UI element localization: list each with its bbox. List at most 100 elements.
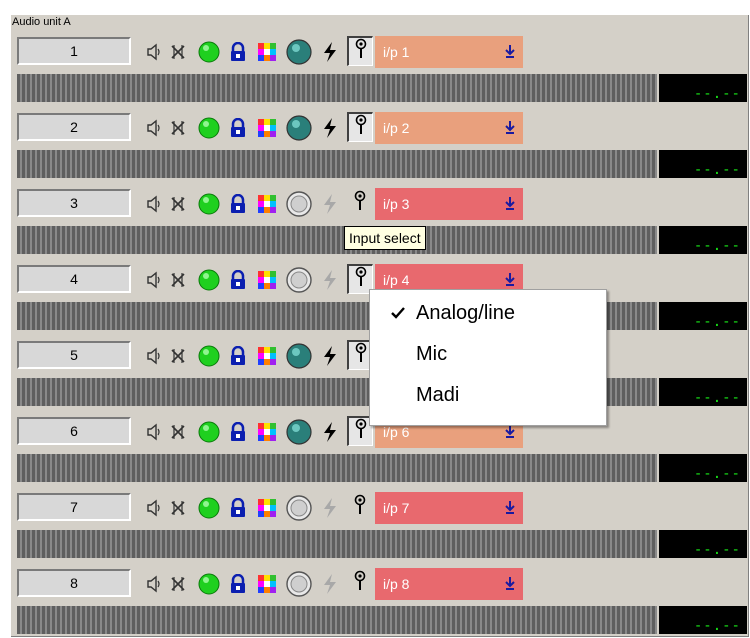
- input-select-button[interactable]: [347, 188, 373, 218]
- phantom-power-icon[interactable]: [319, 267, 341, 293]
- microphone-icon: [354, 38, 368, 65]
- channel-strip: 7 i/p 7 --.--: [17, 490, 747, 562]
- color-palette-icon[interactable]: [255, 419, 279, 445]
- dropdown-arrow-icon[interactable]: [505, 44, 515, 58]
- color-palette-icon[interactable]: [255, 571, 279, 597]
- meter-readout: --.--: [659, 454, 747, 482]
- knob-icon[interactable]: [285, 419, 313, 445]
- input-select-button[interactable]: [347, 36, 373, 66]
- mute-icon[interactable]: [167, 115, 189, 141]
- knob-icon[interactable]: [285, 571, 313, 597]
- level-meter: [17, 150, 657, 178]
- menu-item-madi[interactable]: Madi: [370, 376, 606, 416]
- channel-number: 7: [17, 493, 131, 521]
- input-source-label: i/p 8: [383, 576, 410, 592]
- microphone-icon: [354, 266, 368, 293]
- knob-icon[interactable]: [285, 267, 313, 293]
- knob-icon[interactable]: [285, 343, 313, 369]
- phantom-power-icon[interactable]: [319, 419, 341, 445]
- microphone-icon: [353, 190, 367, 217]
- meter-readout: --.--: [659, 226, 747, 254]
- knob-icon[interactable]: [285, 39, 313, 65]
- dropdown-arrow-icon[interactable]: [505, 424, 515, 438]
- dropdown-arrow-icon[interactable]: [505, 500, 515, 514]
- lock-icon[interactable]: [227, 115, 249, 141]
- meter-readout: --.--: [659, 150, 747, 178]
- speaker-icon[interactable]: [145, 191, 163, 217]
- microphone-icon: [354, 342, 368, 369]
- channel-number: 6: [17, 417, 131, 445]
- mute-icon[interactable]: [167, 571, 189, 597]
- level-meter: [17, 226, 657, 254]
- microphone-icon: [353, 570, 367, 597]
- color-palette-icon[interactable]: [255, 495, 279, 521]
- speaker-icon[interactable]: [145, 495, 163, 521]
- dropdown-arrow-icon[interactable]: [505, 576, 515, 590]
- mute-icon[interactable]: [167, 495, 189, 521]
- meter-readout: --.--: [659, 606, 747, 634]
- microphone-icon: [354, 418, 368, 445]
- speaker-icon[interactable]: [145, 343, 163, 369]
- color-palette-icon[interactable]: [255, 115, 279, 141]
- phantom-power-icon[interactable]: [319, 39, 341, 65]
- dropdown-arrow-icon[interactable]: [505, 120, 515, 134]
- mute-icon[interactable]: [167, 419, 189, 445]
- input-select-menu: Analog/line Mic Madi: [369, 289, 607, 426]
- meter-readout: --.--: [659, 378, 747, 406]
- speaker-icon[interactable]: [145, 115, 163, 141]
- menu-item-mic[interactable]: Mic: [370, 335, 606, 375]
- input-source-dropdown[interactable]: i/p 8: [375, 568, 523, 600]
- phantom-power-icon[interactable]: [319, 343, 341, 369]
- input-select-button[interactable]: [347, 568, 373, 598]
- mute-icon[interactable]: [167, 39, 189, 65]
- speaker-icon[interactable]: [145, 267, 163, 293]
- channel-strip: 2 i/p 2 --.--: [17, 110, 747, 182]
- input-source-label: i/p 2: [383, 120, 410, 136]
- channel-number: 5: [17, 341, 131, 369]
- channel-number: 1: [17, 37, 131, 65]
- lock-icon[interactable]: [227, 571, 249, 597]
- lock-icon[interactable]: [227, 419, 249, 445]
- meter-readout: --.--: [659, 74, 747, 102]
- color-palette-icon[interactable]: [255, 267, 279, 293]
- input-source-label: i/p 4: [383, 272, 410, 288]
- speaker-icon[interactable]: [145, 39, 163, 65]
- mute-icon[interactable]: [167, 267, 189, 293]
- input-select-button[interactable]: [347, 112, 373, 142]
- status-led-icon: [197, 495, 221, 521]
- dropdown-arrow-icon[interactable]: [505, 272, 515, 286]
- status-led-icon: [197, 115, 221, 141]
- knob-icon[interactable]: [285, 115, 313, 141]
- input-source-dropdown[interactable]: i/p 2: [375, 112, 523, 144]
- phantom-power-icon[interactable]: [319, 115, 341, 141]
- status-led-icon: [197, 571, 221, 597]
- phantom-power-icon[interactable]: [319, 571, 341, 597]
- lock-icon[interactable]: [227, 343, 249, 369]
- lock-icon[interactable]: [227, 39, 249, 65]
- channel-number: 3: [17, 189, 131, 217]
- speaker-icon[interactable]: [145, 571, 163, 597]
- menu-item-label: Analog/line: [416, 302, 515, 324]
- color-palette-icon[interactable]: [255, 191, 279, 217]
- input-source-dropdown[interactable]: i/p 1: [375, 36, 523, 68]
- menu-item-label: Madi: [416, 384, 460, 406]
- speaker-icon[interactable]: [145, 419, 163, 445]
- phantom-power-icon[interactable]: [319, 191, 341, 217]
- mute-icon[interactable]: [167, 343, 189, 369]
- lock-icon[interactable]: [227, 191, 249, 217]
- input-select-button[interactable]: [347, 492, 373, 522]
- color-palette-icon[interactable]: [255, 39, 279, 65]
- color-palette-icon[interactable]: [255, 343, 279, 369]
- status-led-icon: [197, 419, 221, 445]
- lock-icon[interactable]: [227, 495, 249, 521]
- dropdown-arrow-icon[interactable]: [505, 196, 515, 210]
- input-select-tooltip: Input select: [344, 226, 426, 250]
- mute-icon[interactable]: [167, 191, 189, 217]
- lock-icon[interactable]: [227, 267, 249, 293]
- knob-icon[interactable]: [285, 191, 313, 217]
- input-source-dropdown[interactable]: i/p 3: [375, 188, 523, 220]
- input-source-dropdown[interactable]: i/p 7: [375, 492, 523, 524]
- knob-icon[interactable]: [285, 495, 313, 521]
- menu-item-analog-line[interactable]: Analog/line: [370, 294, 606, 334]
- phantom-power-icon[interactable]: [319, 495, 341, 521]
